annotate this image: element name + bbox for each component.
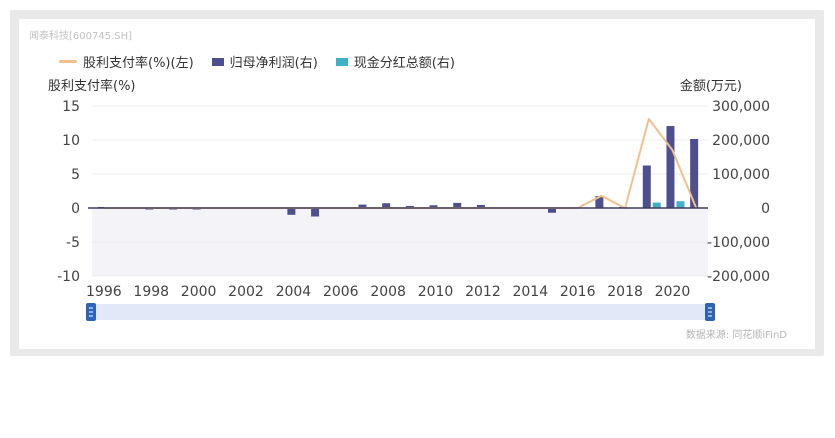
right-tick-label: -200,000 [707, 269, 770, 285]
x-tick-label: 2020 [655, 284, 691, 300]
left-axis-title: 股利支付率(%) [48, 78, 136, 94]
right-tick-label: 300,000 [712, 99, 770, 115]
x-tick-label: 2016 [560, 284, 596, 300]
left-tick-label: -5 [66, 235, 80, 251]
x-tick-label: 1996 [86, 284, 122, 300]
right-axis-title: 金额(万元) [680, 78, 742, 94]
x-tick-label: 2010 [418, 284, 454, 300]
left-tick-label: 5 [71, 167, 80, 183]
x-tick-label: 2000 [181, 284, 217, 300]
right-tick-label: 0 [761, 201, 770, 217]
bar-net-profit[interactable] [642, 165, 651, 209]
x-tick-label: 2008 [370, 284, 406, 300]
right-tick-label: 200,000 [712, 133, 770, 149]
left-tick-label: -10 [57, 269, 80, 285]
bar-net-profit[interactable] [666, 126, 675, 208]
zoom-slider-track[interactable] [92, 304, 708, 320]
bar-cash-dividend[interactable] [676, 201, 685, 208]
x-tick-label: 2012 [465, 284, 501, 300]
bar-cash-dividend[interactable] [652, 202, 661, 208]
left-tick-label: 0 [71, 201, 80, 217]
right-tick-label: -100,000 [707, 235, 770, 251]
right-tick-label: 100,000 [712, 167, 770, 183]
bar-net-profit[interactable] [311, 208, 320, 217]
bar-net-profit[interactable] [287, 208, 296, 215]
x-tick-label: 2018 [607, 284, 643, 300]
payout-ratio-line[interactable] [103, 117, 698, 209]
left-tick-label: 15 [62, 99, 80, 115]
x-tick-label: 2004 [276, 284, 312, 300]
left-tick-label: 10 [62, 133, 80, 149]
x-tick-label: 2006 [323, 284, 359, 300]
x-tick-label: 2014 [512, 284, 548, 300]
x-tick-label: 2002 [228, 284, 264, 300]
x-tick-label: 1998 [133, 284, 169, 300]
chart-canvas: 股利支付率(%) 金额(万元) 15 10 5 0 -5 -10 300,000 200,000 1… [48, 78, 770, 321]
